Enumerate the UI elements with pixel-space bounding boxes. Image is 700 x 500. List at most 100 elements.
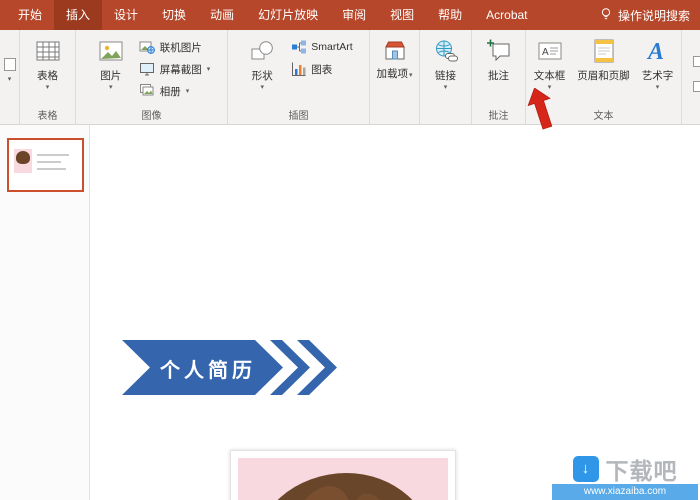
resume-title-banner[interactable]: 个人简历 [122,340,342,395]
new-comment-icon [485,37,513,65]
xiazaiba-logo-icon: ↓ [572,455,599,482]
tell-me-search[interactable]: 操作说明搜索 [589,0,700,30]
link-button-label: 链接 [435,70,456,82]
ribbon: ▾ 表格 ▾ 表格 图片 ▾ 联机图片 屏幕截图 ▾ 相册 ▾ 图像 形状 ▾ … [0,30,700,125]
shapes-icon [248,37,276,65]
smartart-button[interactable]: SmartArt [285,36,357,58]
chevron-down-icon: ▾ [7,76,12,83]
link-icon [432,37,460,65]
smartart-icon [290,39,307,56]
text-box-button-label: 文本框 [533,70,566,82]
text-box-icon: A [536,37,564,65]
svg-text:A: A [646,39,664,64]
ribbon-group-comments: 批注 批注 [472,30,526,124]
ribbon-group-clipped-right [682,30,700,124]
header-footer-icon [590,37,618,65]
link-button[interactable]: 链接 ▾ [423,34,469,91]
chart-icon [290,61,307,78]
ribbon-group-addins: 加载项▾ [370,30,420,124]
group-label-images: 图像 [141,111,162,122]
banner-title: 个人简历 [160,360,256,382]
pictures-button[interactable]: 图片 ▾ [88,34,134,91]
thumbnail-photo [14,149,32,173]
watermark: ↓ 下载吧 www.xiazaiba.com [552,453,698,500]
picture-icon [97,37,125,65]
photo-album-label: 相册 [159,85,181,98]
tab-slide-show[interactable]: 幻灯片放映 [246,0,330,30]
slide-thumbnail-1[interactable] [7,138,84,192]
table-button[interactable]: 表格 ▾ [25,34,71,91]
chevron-down-icon: ▾ [409,72,413,79]
chevron-down-icon: ▾ [443,84,448,91]
shapes-button[interactable]: 形状 ▾ [239,34,285,91]
add-ins-button[interactable]: 加载项▾ [372,34,418,80]
ribbon-group-illustrations: 形状 ▾ SmartArt 图表 插图 [228,30,370,124]
slide-thumbnail-panel [0,125,90,500]
chevron-down-icon: ▾ [45,84,50,91]
chart-label: 图表 [311,63,333,76]
new-comment-button[interactable]: 批注 [476,34,522,83]
ribbon-group-images: 图片 ▾ 联机图片 屏幕截图 ▾ 相册 ▾ 图像 [76,30,228,124]
wordart-button-label: 艺术字 [641,70,674,82]
header-footer-button-label: 页眉和页脚 [577,70,630,82]
group-label-table: 表格 [37,111,58,122]
add-ins-button-label: 加载项 [376,68,409,80]
tab-home[interactable]: 开始 [6,0,54,30]
clipped-button-icon[interactable] [693,55,700,67]
ribbon-group-table: 表格 ▾ 表格 [20,30,76,124]
clipped-button-icon[interactable] [3,58,16,71]
powerpoint-window: 开始 插入 设计 切换 动画 幻灯片放映 审阅 视图 帮助 Acrobat 操作… [0,0,700,500]
watermark-url: www.xiazaiba.com [552,484,698,500]
chart-button[interactable]: 图表 [285,58,357,80]
tab-animations[interactable]: 动画 [198,0,246,30]
online-pictures-icon [139,39,156,56]
chevron-down-icon: ▾ [260,84,265,91]
photo-album-icon [139,83,156,100]
thumbnail-hair-shape [16,151,30,164]
wordart-button[interactable]: A 艺术字 ▾ [635,34,681,91]
add-ins-icon [381,37,409,65]
text-box-button[interactable]: A 文本框 ▾ [527,34,573,91]
tab-acrobat[interactable]: Acrobat [474,0,539,30]
table-button-label: 表格 [37,70,58,82]
group-label-illustrations: 插图 [288,111,309,122]
tab-transitions[interactable]: 切换 [150,0,198,30]
thumbnail-text-line [37,154,69,156]
ribbon-group-clipped-left: ▾ [0,30,20,124]
chevron-down-icon: ▾ [108,84,113,91]
tab-design[interactable]: 设计 [102,0,150,30]
slide-portrait-photo[interactable] [230,450,456,500]
tab-help[interactable]: 帮助 [426,0,474,30]
new-comment-button-label: 批注 [488,70,509,82]
watermark-site-name: 下载吧 [605,457,678,484]
chevron-down-icon: ▾ [655,84,660,91]
screenshot-label: 屏幕截图 [159,63,202,76]
clipped-button-icon[interactable] [693,80,700,92]
portrait-background [238,458,448,500]
ribbon-group-links: 链接 ▾ [420,30,472,124]
chevron-down-icon: ▾ [185,87,190,95]
pictures-button-label: 图片 [100,70,122,82]
wordart-icon: A [644,37,672,65]
svg-text:A: A [542,47,549,58]
tab-view[interactable]: 视图 [378,0,426,30]
lightbulb-icon [599,7,613,24]
tab-review[interactable]: 审阅 [330,0,378,30]
chevron-down-icon: ▾ [206,65,211,73]
tell-me-label: 操作说明搜索 [617,8,690,23]
photo-album-button[interactable]: 相册 ▾ [134,80,216,102]
group-label-comments: 批注 [488,111,509,122]
smartart-label: SmartArt [311,41,353,53]
table-icon [34,37,62,65]
thumbnail-text-line [37,161,61,163]
chevron-down-icon: ▾ [547,84,552,91]
screenshot-button[interactable]: 屏幕截图 ▾ [134,58,216,80]
online-pictures-button[interactable]: 联机图片 [134,36,216,58]
tab-insert[interactable]: 插入 [54,0,103,30]
ribbon-tab-bar: 开始 插入 设计 切换 动画 幻灯片放映 审阅 视图 帮助 Acrobat 操作… [0,0,700,30]
thumbnail-text-line [37,168,66,170]
screenshot-icon [139,61,156,78]
header-footer-button[interactable]: 页眉和页脚 [573,34,635,83]
shapes-button-label: 形状 [251,70,273,82]
online-pictures-label: 联机图片 [159,41,202,54]
